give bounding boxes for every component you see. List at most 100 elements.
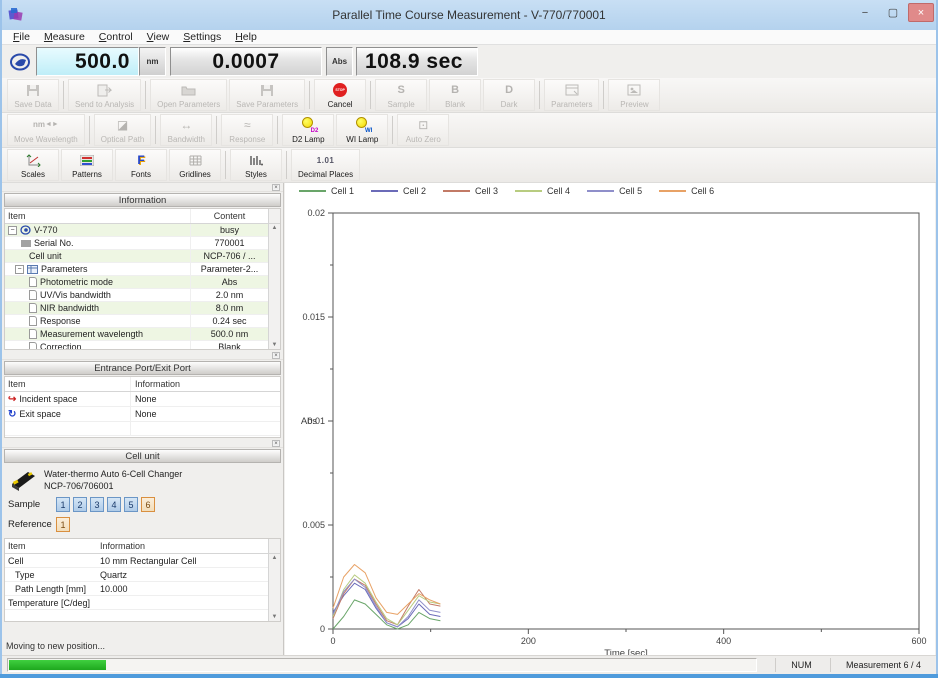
x-tick-label: 200	[521, 636, 536, 646]
cell-changer-status: Moving to new position...	[6, 641, 105, 651]
scroll-up-icon[interactable]: ▲	[269, 225, 280, 231]
toolbar-separator	[392, 116, 393, 144]
table-row[interactable]: Temperature [C/deg]	[5, 596, 280, 610]
table-row[interactable]: Serial No. 770001	[5, 237, 280, 250]
series-line	[333, 600, 440, 629]
d2-lamp-button[interactable]: D2 D2 Lamp	[282, 114, 334, 146]
reference-cell-1-button[interactable]: 1	[56, 517, 70, 532]
sample-cell-2-button[interactable]: 2	[73, 497, 87, 512]
scrollbar[interactable]: ▲ ▼	[268, 224, 280, 349]
optical-path-icon: ◪	[117, 117, 128, 133]
reference-label: Reference	[8, 519, 56, 530]
optical-path-button[interactable]: ◪ Optical Path	[94, 114, 152, 146]
gridlines-icon	[189, 152, 202, 168]
sidebar: × Information Item Content −V-770 busy S…	[2, 183, 284, 655]
table-row[interactable]: Cell unit NCP-706 / ...	[5, 250, 280, 263]
sample-cell-6-button[interactable]: 6	[141, 497, 155, 512]
table-row[interactable]: Path Length [mm] 10.000	[5, 582, 280, 596]
information-table: Item Content −V-770 busy Serial No. 7700…	[4, 208, 281, 350]
table-row[interactable]: UV/Vis bandwidth 2.0 nm	[5, 289, 280, 302]
table-row[interactable]: Photometric mode Abs	[5, 276, 280, 289]
close-panel-icon[interactable]: ×	[272, 440, 280, 447]
fonts-button[interactable]: F Fonts	[115, 149, 167, 181]
information-panel-strip: ×	[2, 183, 283, 192]
nm-arrows-icon: nm◄►	[33, 117, 59, 133]
table-row[interactable]: −V-770 busy	[5, 224, 280, 237]
ports-panel-header: Entrance Port/Exit Port	[4, 361, 281, 375]
send-to-analysis-button[interactable]: Send to Analysis	[68, 79, 141, 111]
menu-measure[interactable]: Measure	[37, 31, 92, 43]
open-parameters-button[interactable]: Open Parameters	[150, 79, 227, 111]
status-bar: NUM Measurement 6 / 4	[2, 655, 936, 674]
styles-button[interactable]: Styles	[230, 149, 282, 181]
table-row[interactable]: Measurement wavelength 500.0 nm	[5, 328, 280, 341]
sample-cell-3-button[interactable]: 3	[90, 497, 104, 512]
scroll-down-icon[interactable]: ▼	[269, 342, 280, 348]
menu-control[interactable]: Control	[92, 31, 140, 43]
table-row[interactable]: Response 0.24 sec	[5, 315, 280, 328]
incident-arrow-icon: ↪	[8, 392, 16, 406]
table-row[interactable]: Type Quartz	[5, 568, 280, 582]
series-line	[333, 575, 440, 625]
response-icon: ≈	[244, 117, 251, 133]
bandwidth-button[interactable]: ↔ Bandwidth	[160, 114, 212, 146]
exit-circle-icon: ↻	[8, 407, 16, 421]
dark-button[interactable]: D Dark	[483, 79, 535, 111]
table-row-empty	[5, 422, 280, 436]
wavelength-unit-button[interactable]: nm	[139, 47, 166, 76]
menu-help[interactable]: Help	[228, 31, 264, 43]
sample-cell-4-button[interactable]: 4	[107, 497, 121, 512]
sample-cell-5-button[interactable]: 5	[124, 497, 138, 512]
gridlines-button[interactable]: Gridlines	[169, 149, 221, 181]
send-doc-icon	[97, 82, 112, 98]
save-parameters-button[interactable]: Save Parameters	[229, 79, 305, 111]
table-row[interactable]: Cell 10 mm Rectangular Cell	[5, 554, 280, 568]
preview-button[interactable]: Preview	[608, 79, 660, 111]
menu-view[interactable]: View	[140, 31, 177, 43]
expander-icon[interactable]: −	[15, 265, 24, 274]
sample-cell-1-button[interactable]: 1	[56, 497, 70, 512]
toolbar-separator	[225, 151, 226, 179]
toolbar-chart-format: Scales Patterns F Fonts Gridlines Styles…	[2, 148, 936, 183]
close-icon[interactable]: ×	[908, 3, 934, 22]
cancel-button[interactable]: STOP Cancel	[314, 79, 366, 111]
close-panel-icon[interactable]: ×	[272, 352, 280, 359]
scroll-down-icon[interactable]: ▼	[269, 614, 280, 620]
maximize-icon[interactable]: ▢	[880, 3, 906, 22]
auto-zero-button[interactable]: ⊡ Auto Zero	[397, 114, 449, 146]
table-row[interactable]: Correction Blank	[5, 341, 280, 350]
floppy-icon	[260, 82, 274, 98]
document-icon	[29, 277, 37, 287]
close-panel-icon[interactable]: ×	[272, 184, 280, 191]
save-data-button[interactable]: Save Data	[7, 79, 59, 111]
scrollbar[interactable]: ▲ ▼	[268, 554, 280, 621]
parameters-button[interactable]: Parameters	[544, 79, 599, 111]
toolbar-file-measure: Save Data Send to Analysis Open Paramete…	[2, 78, 936, 113]
toolbar-separator	[277, 116, 278, 144]
scales-button[interactable]: Scales	[7, 149, 59, 181]
photometric-unit-button[interactable]: Abs	[326, 47, 353, 76]
minimize-icon[interactable]: −	[852, 3, 878, 22]
scroll-up-icon[interactable]: ▲	[269, 555, 280, 561]
table-row[interactable]: NIR bandwidth 8.0 nm	[5, 302, 280, 315]
move-wavelength-button[interactable]: nm◄► Move Wavelength	[7, 114, 85, 146]
response-button[interactable]: ≈ Response	[221, 114, 273, 146]
menu-settings[interactable]: Settings	[176, 31, 228, 43]
reference-selector-row: Reference 1	[2, 514, 283, 534]
wi-lamp-button[interactable]: WI WI Lamp	[336, 114, 388, 146]
table-row[interactable]: ↻Exit space None	[5, 407, 280, 422]
decimal-places-button[interactable]: 1.01 Decimal Places	[291, 149, 360, 181]
sample-button[interactable]: S Sample	[375, 79, 427, 111]
blank-button[interactable]: B Blank	[429, 79, 481, 111]
table-row[interactable]: −Parameters Parameter-2...	[5, 263, 280, 276]
dialog-icon	[565, 82, 579, 98]
menu-file[interactable]: File	[6, 31, 37, 43]
table-row[interactable]: ↪Incident space None	[5, 392, 280, 407]
bandwidth-icon: ↔	[180, 117, 192, 133]
d2-lamp-icon: D2	[300, 117, 316, 133]
serial-icon	[21, 239, 31, 248]
patterns-button[interactable]: Patterns	[61, 149, 113, 181]
toolbar-separator	[309, 81, 310, 109]
title-bar: Parallel Time Course Measurement - V-770…	[0, 0, 938, 30]
expander-icon[interactable]: −	[8, 226, 17, 235]
